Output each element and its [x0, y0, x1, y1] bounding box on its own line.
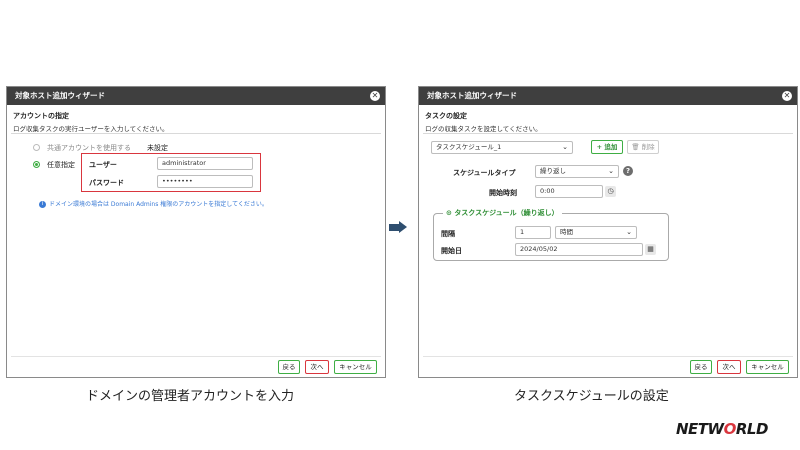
- calendar-icon[interactable]: ▦: [645, 244, 656, 255]
- divider: [423, 133, 793, 134]
- cancel-button[interactable]: キャンセル: [746, 360, 789, 374]
- custom-account-label: 任意指定: [47, 161, 75, 169]
- clock-icon[interactable]: ◷: [605, 186, 616, 197]
- chevron-down-icon: ⌄: [562, 143, 568, 151]
- schedule-legend-text: タスクスケジュール（繰り返し）: [454, 209, 559, 217]
- shared-account-label: 共通アカウントを使用する: [47, 144, 131, 152]
- add-label: 追加: [604, 143, 618, 151]
- divider: [11, 133, 381, 134]
- start-time-input[interactable]: 0:00: [535, 185, 603, 198]
- chevron-down-icon: ⌄: [626, 228, 632, 236]
- start-time-label: 開始時刻: [489, 189, 517, 197]
- user-input[interactable]: administrator: [157, 157, 253, 170]
- info-icon: i: [39, 201, 46, 208]
- interval-unit-value: 時間: [560, 228, 573, 236]
- plus-icon: +: [596, 143, 603, 151]
- task-wizard-dialog: 対象ホスト追加ウィザード ✕ タスクの設定 ログの収集タスクを設定してください。…: [418, 86, 798, 378]
- section-description: ログの収集タスクを設定してください。: [425, 125, 542, 133]
- footer-divider: [423, 356, 793, 357]
- interval-label: 間隔: [441, 230, 455, 238]
- password-input[interactable]: ••••••••: [157, 175, 253, 188]
- task-select-value: タスクスケジュール_1: [436, 143, 502, 151]
- shared-account-radio[interactable]: [33, 144, 40, 151]
- left-caption: ドメインの管理者アカウントを入力: [86, 389, 295, 404]
- custom-account-radio[interactable]: [33, 161, 40, 168]
- trash-icon: 🗑: [631, 143, 640, 151]
- section-title: アカウントの指定: [13, 112, 69, 120]
- help-icon[interactable]: ?: [623, 166, 633, 176]
- next-button[interactable]: 次へ: [305, 360, 329, 374]
- cancel-button[interactable]: キャンセル: [334, 360, 377, 374]
- schedule-type-label: スケジュールタイプ: [453, 169, 516, 177]
- footer-divider: [11, 356, 381, 357]
- chevron-down-icon: ⌄: [608, 167, 614, 175]
- back-button[interactable]: 戻る: [690, 360, 712, 374]
- close-icon[interactable]: ✕: [370, 91, 380, 101]
- section-title: タスクの設定: [425, 112, 467, 120]
- dialog-title: 対象ホスト追加ウィザード: [15, 91, 105, 100]
- delete-task-button[interactable]: 🗑 削除: [627, 140, 659, 154]
- add-task-button[interactable]: + 追加: [591, 140, 623, 154]
- interval-input[interactable]: 1: [515, 226, 551, 239]
- interval-unit-select[interactable]: 時間 ⌄: [555, 226, 637, 239]
- user-label: ユーザー: [89, 161, 117, 169]
- schedule-type-select[interactable]: 繰り返し ⌄: [535, 165, 619, 178]
- close-icon[interactable]: ✕: [782, 91, 792, 101]
- right-caption: タスクスケジュールの設定: [514, 389, 669, 404]
- start-date-input[interactable]: 2024/05/02: [515, 243, 643, 256]
- start-date-label: 開始日: [441, 247, 462, 255]
- info-message: i ドメイン環境の場合は Domain Admins 権限のアカウントを指定してく…: [39, 199, 268, 208]
- back-button[interactable]: 戻る: [278, 360, 300, 374]
- dialog-titlebar: 対象ホスト追加ウィザード ✕: [419, 87, 797, 105]
- schedule-legend-icon: ⊙: [446, 209, 452, 217]
- shared-account-value: 未設定: [147, 144, 168, 152]
- schedule-legend: ⊙ タスクスケジュール（繰り返し）: [443, 208, 562, 218]
- password-label: パスワード: [89, 179, 124, 187]
- delete-label: 削除: [641, 143, 655, 151]
- next-button[interactable]: 次へ: [717, 360, 741, 374]
- section-description: ログ収集タスクの実行ユーザーを入力してください。: [13, 125, 169, 133]
- networld-logo: NETWORLD: [676, 420, 768, 438]
- schedule-type-value: 繰り返し: [540, 167, 566, 175]
- account-wizard-dialog: 対象ホスト追加ウィザード ✕ アカウントの指定 ログ収集タスクの実行ユーザーを入…: [6, 86, 386, 378]
- task-select[interactable]: タスクスケジュール_1 ⌄: [431, 141, 573, 154]
- dialog-titlebar: 対象ホスト追加ウィザード ✕: [7, 87, 385, 105]
- dialog-title: 対象ホスト追加ウィザード: [427, 91, 517, 100]
- info-text: ドメイン環境の場合は Domain Admins 権限のアカウントを指定してくだ…: [49, 201, 268, 208]
